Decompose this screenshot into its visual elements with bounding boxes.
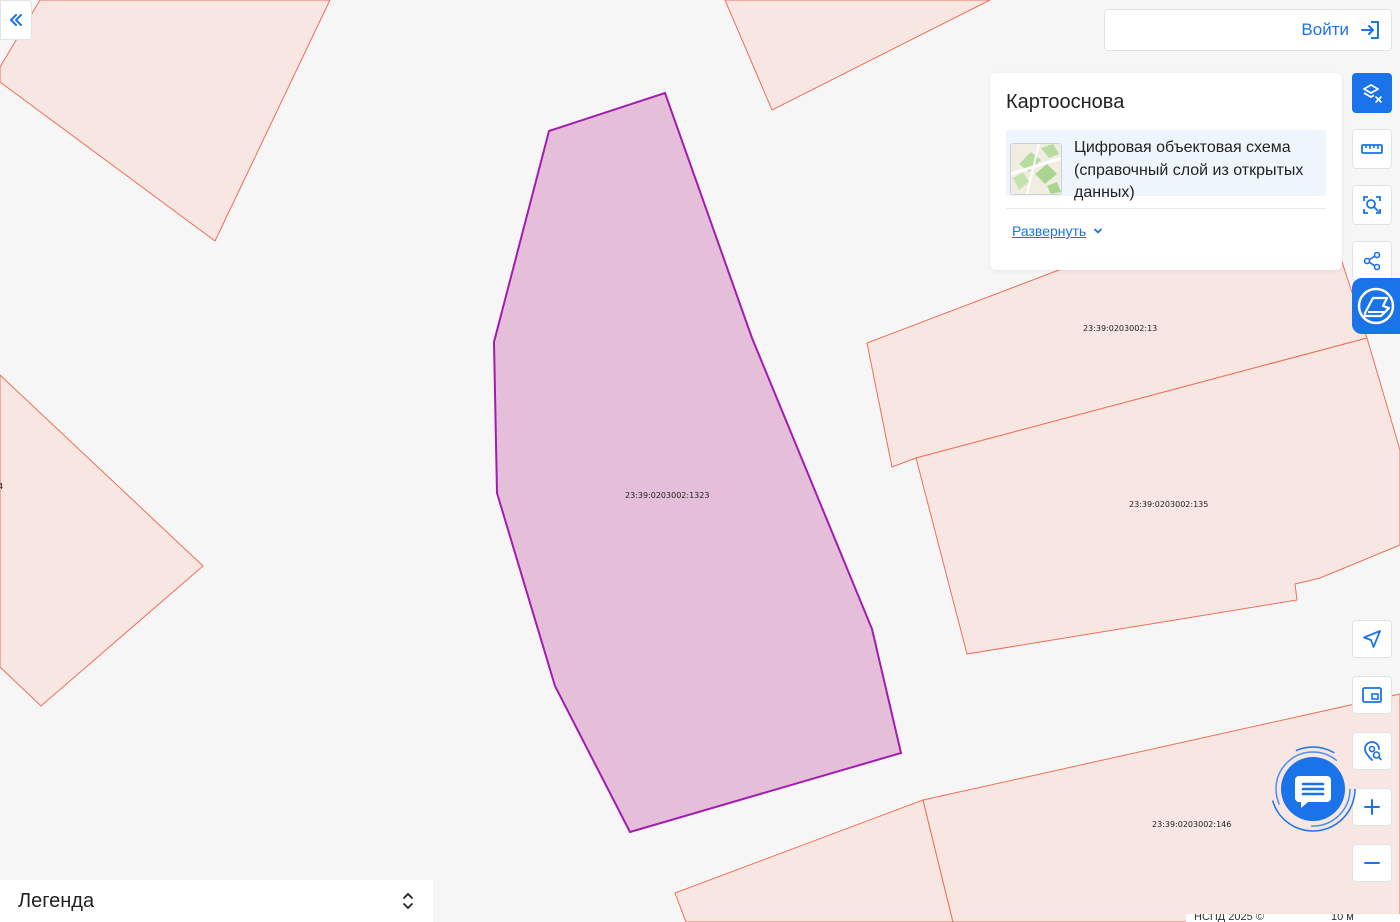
attribution-strip: НСПД 2025 © 10 м [1186,914,1400,922]
nspd-brand-icon [1357,287,1395,325]
login-button[interactable]: Войти [1104,9,1392,51]
ruler-button[interactable] [1352,129,1392,169]
zoom-in-button[interactable] [1352,788,1392,826]
layers-off-icon [1363,84,1382,103]
layers-button[interactable] [1352,73,1392,113]
expand-link[interactable]: Развернуть [1012,223,1104,239]
location-search-button[interactable] [1352,732,1392,770]
chevron-up-down-icon [403,893,413,909]
brand-widget-button[interactable] [1352,278,1400,334]
collapse-sidebar-button[interactable] [0,0,32,40]
basemap-option-digital-scheme[interactable]: Цифровая объектовая схема (справочный сл… [1006,130,1326,201]
double-chevron-left-icon [10,14,22,26]
basemap-option-label: Цифровая объектовая схема (справочный сл… [1074,139,1304,201]
parcel-label-146: 23:39:0203002:146 [1152,820,1231,829]
area-search-icon [1363,196,1381,214]
location-search-icon [1364,741,1382,761]
attribution-text: НСПД 2025 © [1194,914,1264,922]
basemap-divider [1006,208,1326,209]
login-arrow-icon [1361,21,1379,39]
share-icon [1363,251,1381,271]
plus-icon [1364,799,1380,815]
zoom-out-button[interactable] [1352,844,1392,882]
minimap-icon [1362,687,1382,703]
navigation-arrow-icon [1363,630,1381,648]
minimap-button[interactable] [1352,676,1392,714]
basemap-thumbnail [1010,143,1062,195]
ruler-icon [1361,144,1383,154]
basemap-panel: Картооснова Цифровая объектовая схема (с… [990,73,1342,270]
parcel-label-135: 23:39:0203002:135 [1129,500,1208,509]
basemap-title: Картооснова [1006,91,1125,113]
minus-icon [1364,862,1380,864]
share-button[interactable] [1352,241,1392,281]
scale-text: 10 м [1331,914,1354,922]
chevron-down-icon [1094,228,1103,234]
basemap-thumbnail-image [1011,144,1061,194]
login-label: Войти [1301,20,1349,39]
parcel-label-1323: 23:39:0203002:1323 [625,491,709,500]
legend-bar[interactable]: Легенда [0,880,433,922]
area-search-button[interactable] [1352,185,1392,225]
expand-label: Развернуть [1012,223,1087,239]
parcel-label-13: 23:39:0203002:13 [1083,324,1157,333]
locate-button[interactable] [1352,620,1392,658]
legend-label: Легенда [18,889,95,912]
chat-button[interactable] [1268,744,1358,834]
chat-icon [1270,746,1356,832]
parcel-label-left: 4 [0,482,3,491]
